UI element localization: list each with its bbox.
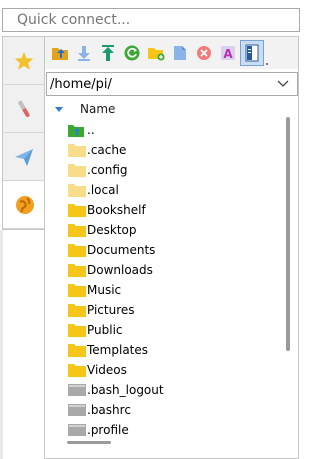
list-item[interactable]: Music <box>46 280 290 300</box>
refresh-icon <box>124 45 140 61</box>
list-item-label: .bashrc <box>87 403 131 417</box>
tab-sftp[interactable] <box>3 181 47 229</box>
list-item[interactable]: Pictures <box>46 300 290 320</box>
list-item[interactable]: Desktop <box>46 220 290 240</box>
new-file-icon <box>174 46 186 60</box>
file-rows: .. .cache .config .local Bookshelf Desktop Doc… <box>46 120 290 438</box>
folder-icon <box>68 363 86 377</box>
folder-icon <box>68 343 86 357</box>
list-item[interactable]: Videos <box>46 360 290 380</box>
list-item[interactable]: Downloads <box>46 260 290 280</box>
upload-button[interactable] <box>96 40 120 66</box>
folder-icon <box>68 143 86 157</box>
list-item-label: Bookshelf <box>87 203 146 217</box>
list-item-label: Videos <box>87 363 127 377</box>
download-button[interactable] <box>72 40 96 66</box>
folder-icon <box>68 183 86 197</box>
list-item-label: Downloads <box>87 263 153 277</box>
delete-icon <box>197 46 211 60</box>
list-item[interactable]: Public <box>46 320 290 340</box>
view-toggle-icon <box>245 44 259 62</box>
parent-folder-button[interactable] <box>48 40 72 66</box>
list-item[interactable]: Bookshelf <box>46 200 290 220</box>
file-list: Name .. .cache .config .local Bookshelf Deskt… <box>46 98 290 438</box>
folder-icon <box>68 163 86 177</box>
refresh-button[interactable] <box>120 40 144 66</box>
left-strip <box>0 230 3 459</box>
column-header-label: Name <box>80 102 116 116</box>
quick-connect-input[interactable] <box>2 8 300 32</box>
list-item[interactable]: Templates <box>46 340 290 360</box>
list-item[interactable]: .local <box>46 180 290 200</box>
folder-icon <box>68 203 86 217</box>
list-item-label: .cache <box>87 143 127 157</box>
path-dropdown-button[interactable] <box>271 73 295 95</box>
download-icon <box>78 46 90 61</box>
folder-icon <box>68 263 86 277</box>
file-icon <box>68 403 86 417</box>
list-item-label: Music <box>87 283 122 297</box>
toolbar-overflow[interactable] <box>264 40 272 66</box>
list-item-label: .config <box>87 163 128 177</box>
path-input[interactable] <box>47 74 271 94</box>
list-item-label: Public <box>87 323 123 337</box>
tab-send[interactable] <box>3 133 45 181</box>
list-item[interactable]: .profile <box>46 420 290 438</box>
side-tabs <box>2 36 47 230</box>
folder-icon <box>68 223 86 237</box>
globe-icon <box>16 195 34 214</box>
list-item-label: .. <box>87 123 95 137</box>
path-combo <box>46 72 298 96</box>
folder-icon <box>68 243 86 257</box>
list-item[interactable]: .bash_logout <box>46 380 290 400</box>
folder-icon <box>68 323 86 337</box>
list-item[interactable]: Documents <box>46 240 290 260</box>
more-icon <box>266 63 268 65</box>
list-item-label: Desktop <box>87 223 137 237</box>
chevron-down-icon <box>277 80 289 87</box>
send-icon <box>15 148 33 166</box>
rename-button[interactable]: A <box>216 40 240 66</box>
parent-folder-icon <box>68 123 86 137</box>
parent-folder-icon <box>52 48 68 60</box>
column-header-name[interactable]: Name <box>46 98 290 120</box>
delete-button[interactable] <box>192 40 216 66</box>
tools-icon <box>18 100 30 117</box>
vertical-scrollbar[interactable] <box>286 117 290 351</box>
list-item-label: .bash_logout <box>87 383 164 397</box>
toolbar: A <box>45 37 298 69</box>
upload-icon <box>102 45 114 61</box>
file-icon <box>68 423 86 437</box>
star-icon <box>14 51 34 70</box>
sftp-panel: A Name ...cache. <box>44 36 299 459</box>
list-item-label: .profile <box>87 423 129 437</box>
list-item[interactable]: .cache <box>46 140 290 160</box>
view-toggle-button[interactable] <box>240 40 264 66</box>
tab-favorites[interactable] <box>3 37 45 85</box>
list-item-label: Pictures <box>87 303 135 317</box>
list-item[interactable]: .. <box>46 120 290 140</box>
svg-text:A: A <box>223 47 233 61</box>
list-item[interactable]: .config <box>46 160 290 180</box>
horizontal-scrollbar[interactable] <box>67 441 111 444</box>
sort-ascending-icon <box>55 107 63 112</box>
list-item[interactable]: .bashrc <box>46 400 290 420</box>
list-item-label: Documents <box>87 243 156 257</box>
rename-icon: A <box>221 46 235 61</box>
new-folder-button[interactable] <box>144 40 168 66</box>
new-folder-icon <box>148 48 165 61</box>
list-item-label: .local <box>87 183 119 197</box>
folder-icon <box>68 283 86 297</box>
tab-tools[interactable] <box>3 85 45 133</box>
folder-icon <box>68 303 86 317</box>
list-item-label: Templates <box>87 343 149 357</box>
new-file-button[interactable] <box>168 40 192 66</box>
file-icon <box>68 383 86 397</box>
